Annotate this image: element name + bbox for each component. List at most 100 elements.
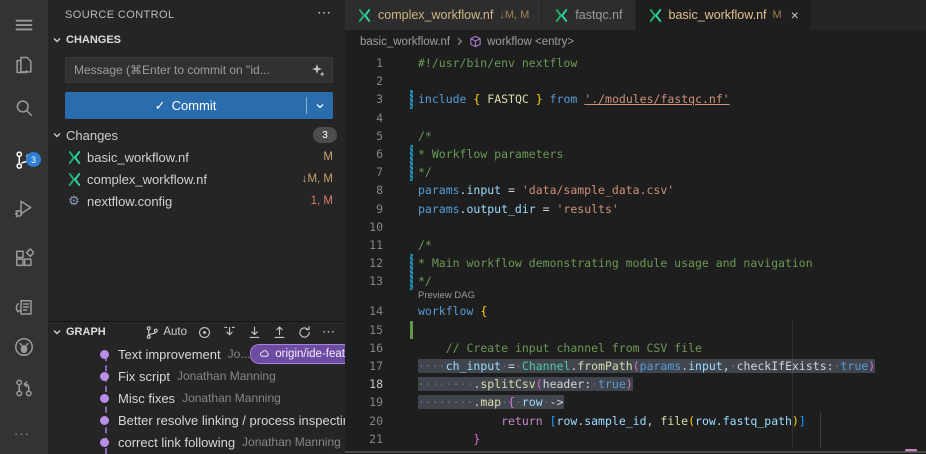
- changes-section-header[interactable]: CHANGES: [52, 34, 121, 46]
- breadcrumb[interactable]: basic_workflow.nf workflow <entry>: [345, 30, 926, 53]
- document-refresh-icon[interactable]: [14, 297, 34, 317]
- commit-row[interactable]: Misc fixesJonathan Manning: [48, 387, 345, 409]
- graph-auto-dropdown[interactable]: Auto: [144, 324, 187, 340]
- changed-files-list: basic_workflow.nfMcomplex_workflow.nf↓M,…: [48, 146, 345, 212]
- line-number[interactable]: 17: [345, 357, 383, 375]
- pull-request-icon[interactable]: [14, 378, 34, 398]
- extensions-icon[interactable]: [14, 248, 34, 268]
- code-line[interactable]: 11/*: [345, 236, 926, 254]
- commit-row[interactable]: Better resolve linking / process inspect…: [48, 409, 345, 431]
- editor-gutter: [383, 54, 418, 72]
- line-number[interactable]: 12: [345, 254, 383, 272]
- code-line[interactable]: 4: [345, 109, 926, 127]
- code-line[interactable]: 12 * Main workflow demonstrating module u…: [345, 254, 926, 272]
- line-number[interactable]: 2: [345, 72, 383, 90]
- code-token: return: [501, 414, 543, 428]
- code-line[interactable]: 10: [345, 218, 926, 236]
- code-token: .input: [460, 183, 502, 197]
- changed-file-row[interactable]: complex_workflow.nf↓M, M: [48, 168, 345, 190]
- code-token: Channel: [522, 359, 570, 373]
- line-number[interactable]: 3: [345, 90, 383, 108]
- changed-file-row[interactable]: basic_workflow.nfM: [48, 146, 345, 168]
- line-number[interactable]: 1: [345, 54, 383, 72]
- line-number[interactable]: 13: [345, 272, 383, 290]
- explorer-icon[interactable]: [14, 55, 34, 75]
- target-icon[interactable]: [196, 324, 212, 340]
- pull-icon[interactable]: [246, 324, 262, 340]
- code-line[interactable]: 1#!/usr/bin/env nextflow: [345, 54, 926, 72]
- code-line[interactable]: 13*/: [345, 272, 926, 290]
- breadcrumb-file[interactable]: basic_workflow.nf: [360, 36, 450, 48]
- line-number[interactable]: 9: [345, 200, 383, 218]
- editor-tab[interactable]: fastqc.nf: [542, 0, 634, 30]
- code-token: ->: [550, 395, 564, 409]
- line-number[interactable]: 15: [345, 321, 383, 339]
- line-number[interactable]: 18: [345, 375, 383, 393]
- code-line[interactable]: 21 }: [345, 430, 926, 448]
- commit-button-label: Commit: [172, 98, 217, 113]
- commit-dot-icon: [100, 438, 109, 447]
- code-line[interactable]: 15: [345, 321, 926, 339]
- code-token: * Main workflow demonstrating module usa…: [418, 256, 813, 270]
- code-line[interactable]: 7*/: [345, 163, 926, 181]
- line-number[interactable]: 7: [345, 163, 383, 181]
- commit-row[interactable]: correct link followingJonathan Manning: [48, 431, 345, 453]
- code-token: fromPath: [577, 359, 632, 373]
- line-number[interactable]: 4: [345, 109, 383, 127]
- line-number[interactable]: 14: [345, 302, 383, 320]
- changes-tree-header[interactable]: Changes 3: [52, 124, 337, 146]
- github-icon[interactable]: [14, 337, 34, 357]
- code-editor[interactable]: 1#!/usr/bin/env nextflow23include { FAST…: [345, 53, 926, 454]
- copilot-sparkle-icon[interactable]: [311, 63, 326, 78]
- commit-button-main[interactable]: ✓ Commit: [65, 98, 306, 114]
- graph-section-header[interactable]: GRAPH: [52, 326, 106, 338]
- code-token: ,: [723, 359, 730, 373]
- push-icon[interactable]: [271, 324, 287, 340]
- line-number[interactable]: 5: [345, 127, 383, 145]
- code-token: {: [480, 304, 487, 318]
- code-line[interactable]: 3include { FASTQC } from './modules/fast…: [345, 90, 926, 108]
- editor-tab[interactable]: basic_workflow.nfM×: [636, 0, 811, 30]
- close-icon[interactable]: ×: [791, 8, 799, 22]
- editor-tab[interactable]: complex_workflow.nf↓M, M: [345, 0, 541, 30]
- code-line[interactable]: 19········.map·{·row·->: [345, 393, 926, 411]
- commit-message-input[interactable]: Message (⌘Enter to commit on "id...: [65, 57, 333, 83]
- line-number[interactable]: 16: [345, 339, 383, 357]
- commit-row[interactable]: Fix scriptJonathan Manning: [48, 365, 345, 387]
- chevron-right-icon: [455, 37, 464, 46]
- editor-bottom-scrollbar[interactable]: [345, 451, 926, 453]
- line-number[interactable]: 20: [345, 412, 383, 430]
- line-number[interactable]: 21: [345, 430, 383, 448]
- sidebar-more-icon[interactable]: ⋯: [317, 4, 331, 21]
- code-line[interactable]: 14workflow {: [345, 302, 926, 320]
- commit-dropdown-button[interactable]: [307, 101, 333, 111]
- line-number[interactable]: 6: [345, 145, 383, 163]
- code-line[interactable]: 5/*: [345, 127, 926, 145]
- commit-row[interactable]: Text improvementJo...origin/ide-featu...: [48, 343, 345, 365]
- commit-button[interactable]: ✓ Commit: [65, 92, 333, 119]
- codelens-preview-dag[interactable]: Preview DAG: [345, 290, 926, 302]
- more-icon[interactable]: ⋯: [321, 324, 337, 340]
- breadcrumb-symbol[interactable]: workflow <entry>: [487, 36, 574, 48]
- search-icon[interactable]: [14, 98, 34, 118]
- line-number[interactable]: 10: [345, 218, 383, 236]
- code-line[interactable]: 2: [345, 72, 926, 90]
- changed-file-row[interactable]: ⚙nextflow.config1, M: [48, 190, 345, 212]
- branch-ref-badge[interactable]: origin/ide-featu...: [250, 344, 345, 364]
- code-line[interactable]: 6* Workflow parameters: [345, 145, 926, 163]
- code-line[interactable]: 9params.output_dir = 'results': [345, 200, 926, 218]
- refresh-icon[interactable]: [296, 324, 312, 340]
- code-line[interactable]: 16 // Create input channel from CSV file: [345, 339, 926, 357]
- code-line[interactable]: 18········.splitCsv(header:·true): [345, 375, 926, 393]
- code-line[interactable]: 8params.input = 'data/sample_data.csv': [345, 181, 926, 199]
- more-icon[interactable]: ···: [14, 426, 30, 441]
- line-number[interactable]: 19: [345, 393, 383, 411]
- code-line[interactable]: 20 return [row.sample_id, file(row.fastq…: [345, 412, 926, 430]
- line-number[interactable]: 11: [345, 236, 383, 254]
- line-number[interactable]: 8: [345, 181, 383, 199]
- editor-gutter: [383, 302, 418, 320]
- code-line[interactable]: 17····ch_input·=·Channel.fromPath(params…: [345, 357, 926, 375]
- menu-icon[interactable]: [14, 15, 34, 35]
- run-debug-icon[interactable]: [14, 198, 34, 218]
- fetch-icon[interactable]: [221, 324, 237, 340]
